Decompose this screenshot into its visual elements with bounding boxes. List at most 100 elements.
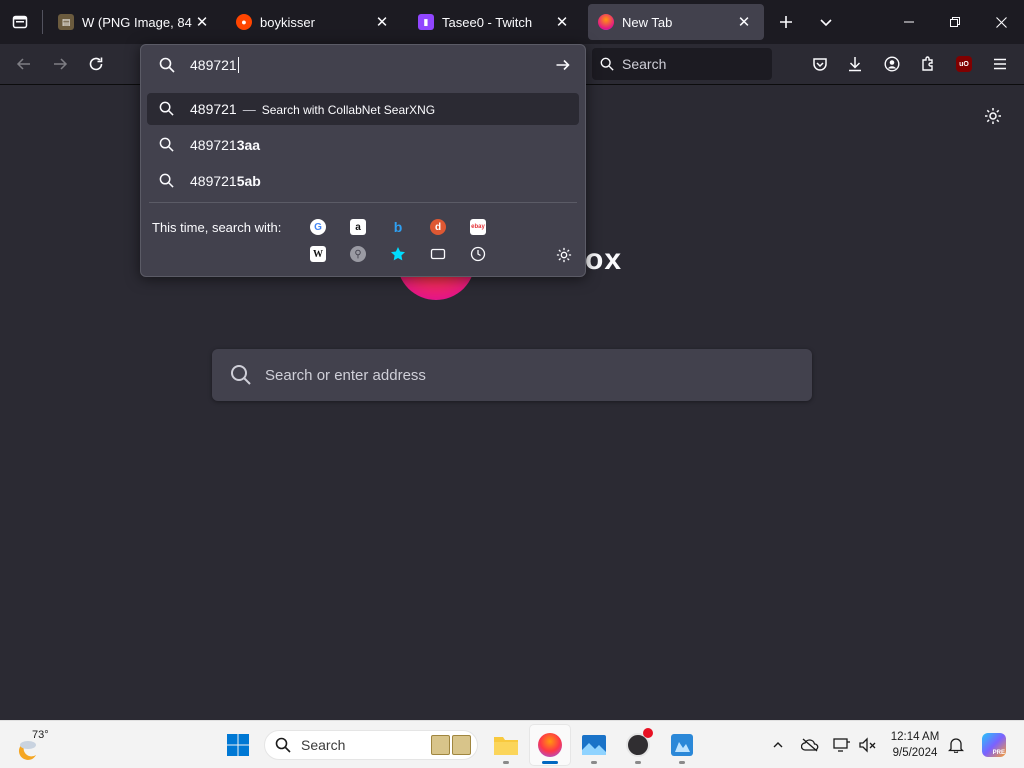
tab-title: New Tab (622, 14, 673, 30)
tab-new-tab[interactable]: New Tab ✕ (588, 4, 764, 40)
taskbar-photos[interactable] (574, 725, 614, 765)
result-action: Search with CollabNet SearXNG (261, 103, 436, 117)
taskbar-firefox[interactable] (530, 725, 570, 765)
close-icon[interactable]: ✕ (734, 12, 754, 32)
engine-ebay-button[interactable]: ebay (468, 217, 488, 237)
engine-amazon-button[interactable]: a (348, 217, 368, 237)
tab-title: Tasee0 - Twitch (442, 14, 533, 30)
taskbar-clock[interactable]: 12:14 AM 9/5/2024 (884, 729, 946, 761)
folder-icon (494, 737, 518, 755)
weather-widget[interactable]: 73° (18, 727, 58, 763)
running-indicator (503, 761, 509, 764)
new-tab-button[interactable] (768, 4, 804, 40)
close-window-button[interactable] (978, 0, 1024, 44)
firefox-wordmark: ox (585, 243, 623, 276)
newtab-search-box[interactable] (212, 349, 812, 401)
app-menu-button[interactable] (984, 48, 1016, 80)
tab-title: W (PNG Image, 841 × 1 (82, 14, 192, 30)
bookmarks-search-button[interactable] (388, 244, 408, 264)
running-indicator (635, 761, 641, 764)
weather-temperature: 73° (32, 729, 49, 741)
firefox-icon (538, 733, 562, 757)
tabs-search-button[interactable] (428, 244, 448, 264)
tab-boykisser[interactable]: ● boykisser ✕ (226, 4, 402, 40)
downloads-button[interactable] (839, 48, 871, 80)
search-icon (600, 57, 614, 71)
account-button[interactable] (876, 48, 908, 80)
taskbar-file-explorer[interactable] (486, 725, 526, 765)
account-icon (884, 56, 900, 72)
gear-icon (985, 108, 1001, 124)
result-suggestion-suffix: 5ab (236, 173, 261, 189)
twitch-icon: ▮ (418, 14, 434, 30)
engine-searxng-button[interactable]: ⚲ (348, 244, 368, 264)
search-icon (159, 173, 174, 188)
result-query: 489721 (190, 101, 237, 117)
search-icon (159, 101, 174, 116)
history-search-button[interactable] (468, 244, 488, 264)
toolbar-search-box[interactable]: Search (592, 48, 772, 80)
reddit-icon: ● (236, 14, 252, 30)
start-button[interactable] (218, 725, 258, 765)
urlbar-dropdown: 489721 489721 — Search with CollabNet Sear… (140, 44, 586, 277)
pocket-icon (813, 58, 827, 71)
onedrive-tray-button[interactable] (798, 733, 822, 757)
amazon-icon: a (350, 219, 366, 235)
engine-bing-button[interactable]: b (388, 217, 408, 237)
urlbar-result-suggestion[interactable]: 4897215ab (147, 165, 579, 197)
urlbar-input[interactable]: 489721 (190, 57, 239, 73)
engine-wikipedia-button[interactable]: W (308, 244, 328, 264)
extensions-button[interactable] (912, 48, 944, 80)
engine-duckduckgo-button[interactable]: d (428, 217, 448, 237)
chevron-up-icon (773, 742, 783, 748)
list-all-tabs-button[interactable] (808, 4, 844, 40)
restore-button[interactable] (932, 0, 978, 44)
arrow-left-icon (16, 58, 30, 70)
urlbar-result-suggestion[interactable]: 4897213aa (147, 129, 579, 161)
notifications-button[interactable] (944, 733, 968, 757)
network-icon (833, 738, 850, 752)
engine-google-button[interactable]: G (308, 217, 328, 237)
clock-date: 9/5/2024 (892, 747, 938, 759)
ublock-origin-button[interactable]: uO (948, 48, 980, 80)
volume-muted-icon (859, 737, 876, 753)
puzzle-piece-icon (922, 56, 933, 71)
go-button[interactable] (549, 51, 577, 79)
pocket-button[interactable] (804, 48, 836, 80)
volume-tray-button[interactable] (856, 733, 880, 757)
result-query: 489721 (190, 173, 237, 189)
taskbar-obs[interactable] (618, 725, 658, 765)
tab-twitch[interactable]: ▮ Tasee0 - Twitch ✕ (408, 4, 582, 40)
close-icon (995, 16, 1007, 28)
newtab-search-input[interactable] (265, 349, 785, 401)
reload-button[interactable] (80, 48, 112, 80)
taskbar-paint[interactable] (662, 725, 702, 765)
firefox-icon (598, 14, 614, 30)
taskbar-search-box[interactable]: Search (264, 730, 478, 760)
network-tray-button[interactable] (830, 733, 854, 757)
newtab-settings-button[interactable] (981, 104, 1005, 128)
oneoff-search-label: This time, search with: (152, 220, 282, 235)
urlbar-result-search[interactable]: 489721 — Search with CollabNet SearXNG (147, 93, 579, 125)
search-settings-button[interactable] (553, 244, 575, 266)
urlbar-input-row[interactable]: 489721 (141, 45, 585, 85)
close-icon[interactable]: ✕ (552, 12, 572, 32)
tab-png-image[interactable]: ▤ W (PNG Image, 841 × 1 ✕ (48, 4, 222, 40)
back-button[interactable] (8, 48, 40, 80)
close-icon[interactable]: ✕ (372, 12, 392, 32)
search-highlight-icon (431, 735, 471, 755)
result-text: 489721 — Search with CollabNet SearXNG (190, 101, 435, 117)
bookmarks-star-icon (391, 247, 405, 261)
close-icon[interactable]: ✕ (192, 12, 212, 32)
ublock-origin-icon: uO (956, 56, 972, 72)
forward-button[interactable] (44, 48, 76, 80)
taskbar-search-label: Search (301, 737, 346, 753)
bell-icon (948, 738, 964, 753)
show-hidden-icons-button[interactable] (766, 733, 790, 757)
minimize-button[interactable] (886, 0, 932, 44)
copilot-button[interactable]: PRE (978, 729, 1010, 761)
wikipedia-icon: W (310, 246, 326, 262)
toolbar-search-placeholder: Search (622, 56, 667, 72)
firefox-view-button[interactable] (2, 4, 38, 40)
ebay-icon: ebay (470, 219, 486, 235)
